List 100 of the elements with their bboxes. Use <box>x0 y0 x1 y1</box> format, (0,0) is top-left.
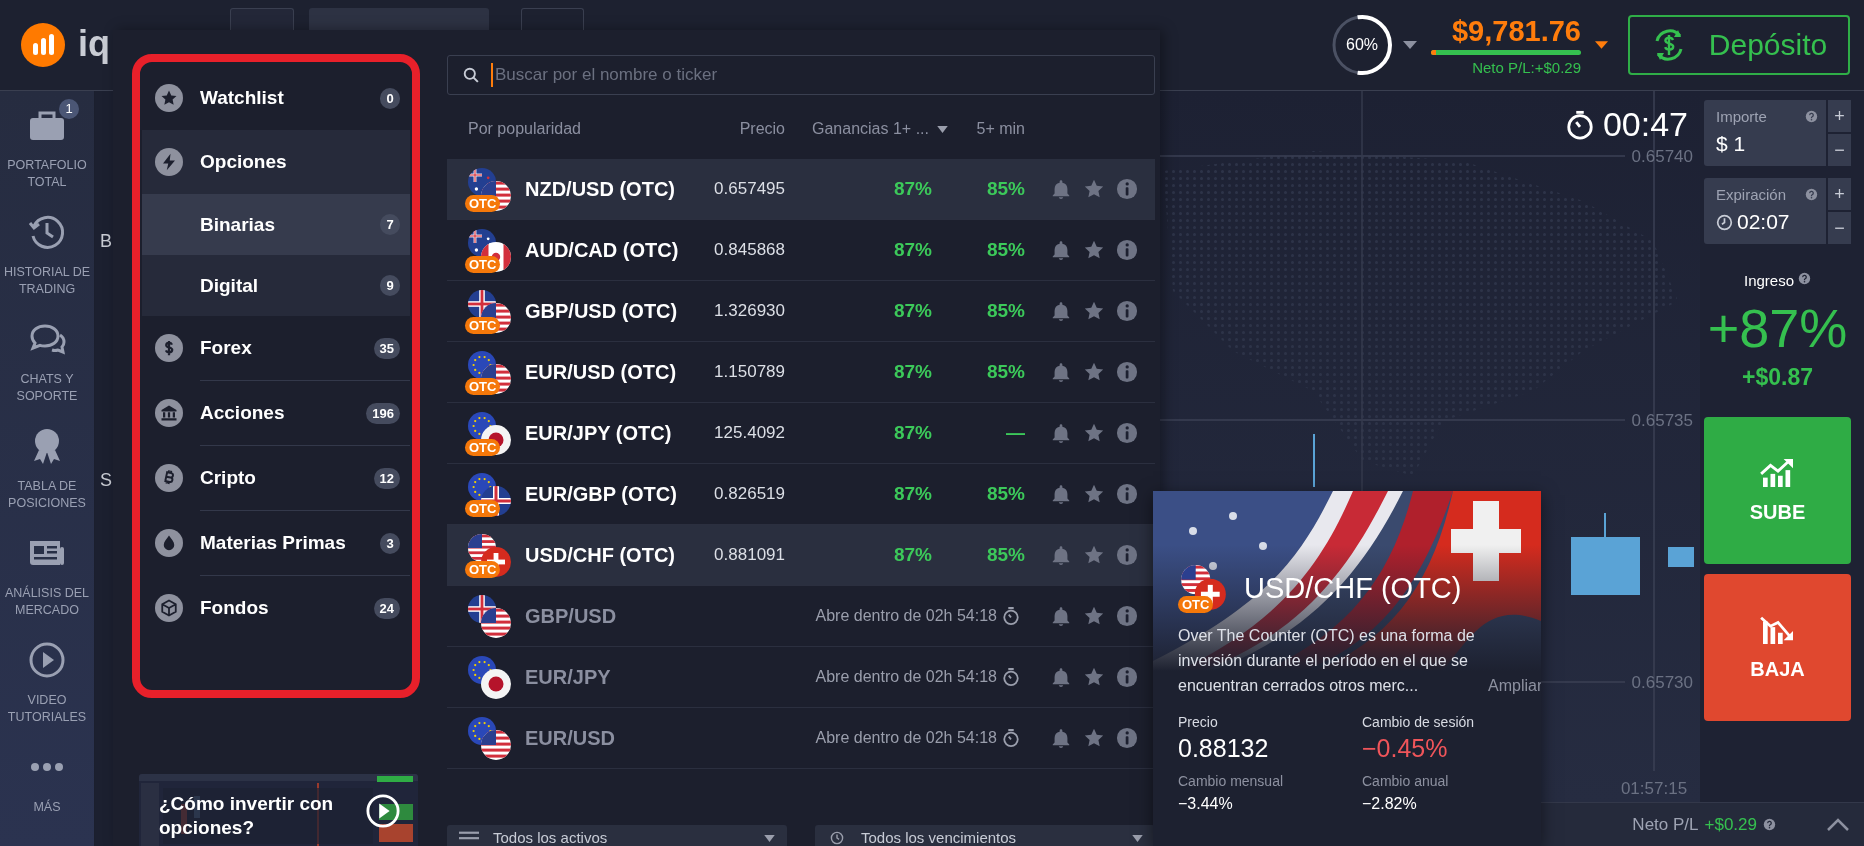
nav-item[interactable]: VIDEO TUTORIALES <box>0 636 94 743</box>
filter-dropdown[interactable]: Todos los vencimientos <box>815 825 1155 846</box>
expiration-field[interactable]: Expiración 02:07 <box>1704 178 1826 244</box>
star-icon[interactable] <box>1083 727 1105 749</box>
price-cell-text: 0.657495 <box>713 179 785 199</box>
category-label: Acciones <box>200 402 285 424</box>
count-badge: 0 <box>380 87 400 109</box>
help-icon[interactable] <box>1805 188 1818 201</box>
subcategory-item[interactable]: Binarias 7 <box>142 194 410 255</box>
nav-item[interactable]: 1 PORTAFOLIO TOTAL <box>0 101 94 208</box>
stopwatch-icon <box>1002 606 1020 626</box>
opening-time: Abre dentro de 02h 54:18 <box>815 668 997 686</box>
category-item[interactable]: Watchlist 0 <box>142 66 410 130</box>
bell-icon[interactable] <box>1050 483 1072 505</box>
category-label: Watchlist <box>200 87 284 109</box>
asset-row[interactable]: OTC NZD/USD (OTC) 0.657495 87% 85% <box>447 159 1155 220</box>
category-item[interactable]: Fondos 24 <box>142 576 410 640</box>
asset-row[interactable]: EUR/JPY Abre dentro de 02h 54:18 <box>447 647 1155 708</box>
price-label: 0.65735 <box>1631 411 1693 430</box>
bell-icon[interactable] <box>1050 239 1072 261</box>
drop-icon <box>155 529 183 557</box>
chevron-up-icon[interactable] <box>1826 817 1850 832</box>
candle <box>1668 547 1694 567</box>
info-icon[interactable] <box>1116 483 1138 505</box>
category-item[interactable]: Opciones <box>142 130 410 194</box>
help-icon[interactable] <box>1805 110 1818 123</box>
category-item[interactable]: Materias Primas 3 <box>142 511 410 575</box>
column-header[interactable]: Ganancias 1+ ... <box>785 120 950 138</box>
help-icon[interactable] <box>1763 818 1776 831</box>
decrease-button[interactable]: − <box>1828 134 1851 166</box>
stat-label: Precio <box>1178 714 1219 730</box>
deposit-button[interactable]: Depósito <box>1628 15 1850 75</box>
star-icon[interactable] <box>1083 544 1105 566</box>
star-icon[interactable] <box>1083 666 1105 688</box>
bell-icon[interactable] <box>1050 605 1072 627</box>
info-icon[interactable] <box>1116 239 1138 261</box>
asset-row[interactable]: OTC EUR/USD (OTC) 1.150789 87% 85% <box>447 342 1155 403</box>
info-icon[interactable] <box>1116 178 1138 200</box>
increase-button[interactable]: + <box>1828 178 1851 210</box>
category-item[interactable]: Acciones 196 <box>142 381 410 445</box>
stat-value: −0.45% <box>1362 734 1449 763</box>
bell-icon[interactable] <box>1050 544 1072 566</box>
bell-icon[interactable] <box>1050 422 1072 444</box>
nav-item[interactable]: TABLA DE POSICIONES <box>0 422 94 529</box>
bank-icon <box>155 399 183 427</box>
info-icon[interactable] <box>1116 605 1138 627</box>
star-icon[interactable] <box>1083 178 1105 200</box>
bell-icon[interactable] <box>1050 361 1072 383</box>
price-label: 0.65740 <box>1631 147 1693 166</box>
info-icon[interactable] <box>1116 544 1138 566</box>
subcategory-item[interactable]: Digital 9 <box>142 255 410 316</box>
asset-row[interactable]: EUR/USD Abre dentro de 02h 54:18 <box>447 708 1155 769</box>
bell-icon[interactable] <box>1050 666 1072 688</box>
bell-icon[interactable] <box>1050 727 1072 749</box>
asset-name: GBP/USD <box>525 604 618 628</box>
caret-icon[interactable] <box>1595 41 1608 49</box>
balance-amount[interactable]: $9,781.76 <box>1452 14 1581 47</box>
star-icon[interactable] <box>1083 483 1105 505</box>
category-label: Opciones <box>200 151 287 173</box>
stopwatch-icon <box>1002 728 1020 748</box>
filter-label: Todos los activos <box>493 829 609 846</box>
decrease-button[interactable]: − <box>1828 212 1851 244</box>
stat-value: −2.82% <box>1362 795 1418 813</box>
sort-header[interactable]: Por popularidad <box>447 120 700 138</box>
bell-icon[interactable] <box>1050 178 1072 200</box>
nav-item[interactable]: CHATS Y SOPORTE <box>0 315 94 422</box>
asset-row[interactable]: OTC EUR/JPY (OTC) 125.4092 87% — <box>447 403 1155 464</box>
info-icon[interactable] <box>1116 727 1138 749</box>
amount-field[interactable]: Importe $ 1 <box>1704 100 1826 166</box>
asset-row[interactable]: OTC AUD/CAD (OTC) 0.845868 87% 85% <box>447 220 1155 281</box>
star-icon[interactable] <box>1083 422 1105 444</box>
star-icon[interactable] <box>1083 300 1105 322</box>
info-icon[interactable] <box>1116 422 1138 444</box>
star-icon[interactable] <box>1083 239 1105 261</box>
down-button[interactable]: BAJA <box>1704 574 1851 721</box>
search-field[interactable]: Buscar por el nombre o ticker <box>447 55 1155 95</box>
nav-item[interactable]: ANÁLISIS DEL MERCADO <box>0 529 94 636</box>
category-item[interactable]: Forex 35 <box>142 316 410 380</box>
price-label: 0.65730 <box>1631 673 1693 692</box>
play-icon[interactable] <box>366 794 400 828</box>
filter-dropdown[interactable]: Todos los activos <box>447 825 787 846</box>
star-icon[interactable] <box>1083 361 1105 383</box>
asset-row[interactable]: GBP/USD Abre dentro de 02h 54:18 <box>447 586 1155 647</box>
increase-button[interactable]: + <box>1828 100 1851 132</box>
star-icon[interactable] <box>1083 605 1105 627</box>
asset-row[interactable]: OTC GBP/USD (OTC) 1.326930 87% 85% <box>447 281 1155 342</box>
column-header: 5+ min <box>975 120 1025 138</box>
asset-row[interactable]: OTC USD/CHF (OTC) 0.881091 87% 85% <box>447 525 1155 586</box>
info-icon[interactable] <box>1116 361 1138 383</box>
otc-badge: OTC <box>465 317 501 334</box>
bell-icon[interactable] <box>1050 300 1072 322</box>
nav-item[interactable]: HISTORIAL DE TRADING <box>0 208 94 315</box>
stat-value: 0.88132 <box>1178 734 1270 763</box>
video-card[interactable]: ¿Cómo invertir con opciones? <box>139 774 418 846</box>
help-icon[interactable] <box>1798 272 1811 285</box>
info-icon[interactable] <box>1116 666 1138 688</box>
info-icon[interactable] <box>1116 300 1138 322</box>
category-item[interactable]: Cripto 12 <box>142 446 410 510</box>
nav-item[interactable]: MÁS <box>0 743 94 846</box>
caret-icon[interactable] <box>1403 41 1417 49</box>
